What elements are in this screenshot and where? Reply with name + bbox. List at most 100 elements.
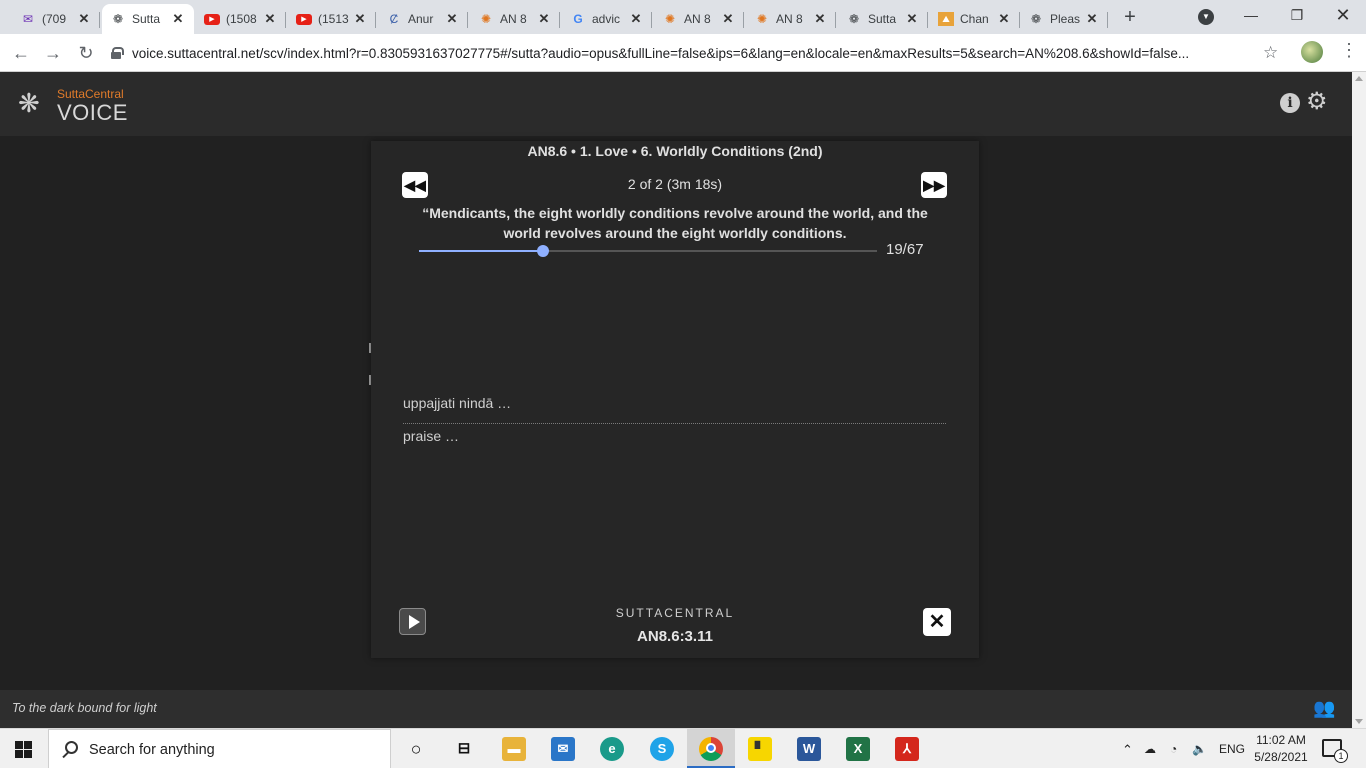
task-view-icon[interactable]: ⊟	[452, 737, 476, 761]
divider	[403, 423, 946, 424]
tab-separator	[467, 12, 468, 28]
browser-tab[interactable]: ▶ (1513 ✕	[288, 4, 376, 34]
progress-slider[interactable]	[419, 245, 877, 257]
site-icon: ⛰	[938, 12, 954, 26]
excel-icon[interactable]: X	[846, 737, 870, 761]
site-icon: Ȼ	[389, 12, 399, 26]
tray-expand-icon[interactable]: ⌃	[1122, 742, 1133, 758]
browser-tab[interactable]: ✺ AN 8 ✕	[654, 4, 744, 34]
dharma-wheel-icon: ✺	[480, 12, 492, 26]
back-arrow-icon[interactable]: ←	[9, 41, 33, 65]
close-tab-icon[interactable]: ✕	[720, 11, 736, 27]
tab-search-icon[interactable]: ▼	[1198, 9, 1214, 25]
skype-icon[interactable]: S	[650, 737, 674, 761]
taskbar-search[interactable]: Search for anything	[48, 729, 391, 768]
close-tab-icon[interactable]: ✕	[904, 11, 920, 27]
bookmark-star-icon[interactable]: ☆	[1263, 43, 1278, 63]
mail-app-icon[interactable]: ✉	[551, 737, 575, 761]
notifications-icon[interactable]: 1	[1322, 739, 1348, 763]
notification-count: 1	[1334, 749, 1348, 763]
close-tab-icon[interactable]: ✕	[262, 11, 278, 27]
browser-tab-active[interactable]: ❁ Sutta ✕	[102, 4, 194, 34]
new-tab-button[interactable]: +	[1118, 6, 1142, 30]
close-tab-icon[interactable]: ✕	[170, 11, 186, 27]
tab-title: Pleas	[1050, 12, 1081, 26]
player-brand: SUTTACENTRAL	[615, 606, 735, 620]
lock-icon[interactable]	[110, 47, 124, 59]
progress-slider-thumb[interactable]	[536, 245, 549, 257]
tab-separator	[559, 12, 560, 28]
tab-title: (709	[42, 12, 67, 26]
sticky-notes-icon[interactable]: ▘	[748, 737, 772, 761]
settings-gear-icon[interactable]: ⚙	[1306, 88, 1328, 116]
wifi-icon[interactable]: ◔	[1170, 742, 1177, 756]
scroll-down-icon[interactable]	[1355, 719, 1363, 724]
browser-tab[interactable]: ✺ AN 8 ✕	[470, 4, 560, 34]
close-tab-icon[interactable]: ✕	[1084, 11, 1100, 27]
close-tab-icon[interactable]: ✕	[444, 11, 460, 27]
close-tab-icon[interactable]: ✕	[352, 11, 368, 27]
acrobat-icon[interactable]: ⅄	[895, 737, 919, 761]
audio-player-card: AN8.6 • 1. Love • 6. Worldly Conditions …	[371, 141, 979, 658]
browser-tab[interactable]: ✉ (709 ✕	[12, 4, 100, 34]
windows-taskbar: Search for anything ○ ⊟ ▬ ✉ e S ▘ W X ⅄ …	[0, 728, 1366, 768]
people-icon[interactable]: 👥	[1313, 698, 1335, 719]
english-text-line: praise …	[403, 428, 460, 444]
url-text[interactable]: voice.suttacentral.net/scv/index.html?r=…	[132, 46, 1242, 61]
segment-reference: AN8.6:3.11	[637, 628, 713, 645]
browser-tab[interactable]: ❁ Sutta ✕	[838, 4, 928, 34]
clock-time: 11:02 AM	[1256, 733, 1306, 747]
close-tab-icon[interactable]: ✕	[536, 11, 552, 27]
volume-icon[interactable]: 🔈	[1192, 742, 1207, 756]
address-bar[interactable]: voice.suttacentral.net/scv/index.html?r=…	[110, 38, 1290, 68]
chrome-icon[interactable]	[699, 737, 723, 761]
suttacentral-voice-app: ❋ SuttaCentral VOICE i ⚙ AN8.6 • 1. Love…	[0, 72, 1352, 728]
close-tab-icon[interactable]: ✕	[996, 11, 1012, 27]
suttacentral-logo-icon[interactable]: ❋	[18, 90, 40, 116]
tab-separator	[927, 12, 928, 28]
browser-tab[interactable]: ⛰ Chan ✕	[930, 4, 1020, 34]
browser-menu-icon[interactable]: ⋮	[1340, 40, 1358, 61]
close-tab-icon[interactable]: ✕	[628, 11, 644, 27]
current-segment-text: “Mendicants, the eight worldly condition…	[422, 205, 928, 241]
clock[interactable]: 11:02 AM 5/28/2021	[1250, 732, 1312, 766]
file-explorer-icon[interactable]: ▬	[502, 737, 526, 761]
close-tab-icon[interactable]: ✕	[812, 11, 828, 27]
info-icon[interactable]: i	[1280, 93, 1300, 113]
track-count: 2 of 2 (3m 18s)	[627, 176, 723, 192]
tab-title: Sutta	[132, 12, 161, 26]
tab-separator	[651, 12, 652, 28]
tab-title: AN 8	[776, 12, 803, 26]
browser-tab[interactable]: ❁ Pleas ✕	[1020, 4, 1108, 34]
cortana-icon[interactable]: ○	[404, 737, 428, 761]
windows-start-icon[interactable]	[15, 741, 32, 758]
app-header: ❋ SuttaCentral VOICE i ⚙	[0, 72, 1352, 136]
forward-arrow-icon[interactable]: →	[41, 41, 65, 65]
word-icon[interactable]: W	[797, 737, 821, 761]
next-button[interactable]: ▶▶	[921, 172, 947, 198]
footer-motto: To the dark bound for light	[12, 701, 157, 715]
browser-tab[interactable]: ✺ AN 8 ✕	[746, 4, 836, 34]
window-close-button[interactable]: ✕	[1320, 4, 1366, 28]
close-player-button[interactable]: ✕	[923, 608, 951, 636]
language-indicator[interactable]: ENG	[1219, 742, 1245, 756]
browser-tab[interactable]: G advic ✕	[562, 4, 652, 34]
search-placeholder: Search for anything	[89, 742, 215, 758]
edge-browser-icon[interactable]: e	[600, 737, 624, 761]
brand-small: SuttaCentral	[57, 87, 124, 101]
onedrive-icon[interactable]: ☁	[1144, 742, 1156, 756]
profile-avatar[interactable]	[1301, 41, 1323, 63]
dharma-wheel-icon: ❁	[848, 12, 860, 26]
dharma-wheel-icon: ❁	[1030, 12, 1042, 26]
scroll-up-icon[interactable]	[1355, 76, 1363, 81]
tab-title: Chan	[960, 12, 989, 26]
google-icon: G	[573, 12, 583, 26]
minimize-button[interactable]: —	[1228, 4, 1274, 28]
reload-icon[interactable]: ↻	[74, 41, 98, 65]
restore-button[interactable]: ❐	[1274, 4, 1320, 28]
page-scrollbar[interactable]	[1352, 72, 1366, 728]
browser-tab[interactable]: Ȼ Anur ✕	[378, 4, 468, 34]
browser-tab[interactable]: ▶ (1508 ✕	[196, 4, 286, 34]
tab-separator	[375, 12, 376, 28]
close-tab-icon[interactable]: ✕	[76, 11, 92, 27]
